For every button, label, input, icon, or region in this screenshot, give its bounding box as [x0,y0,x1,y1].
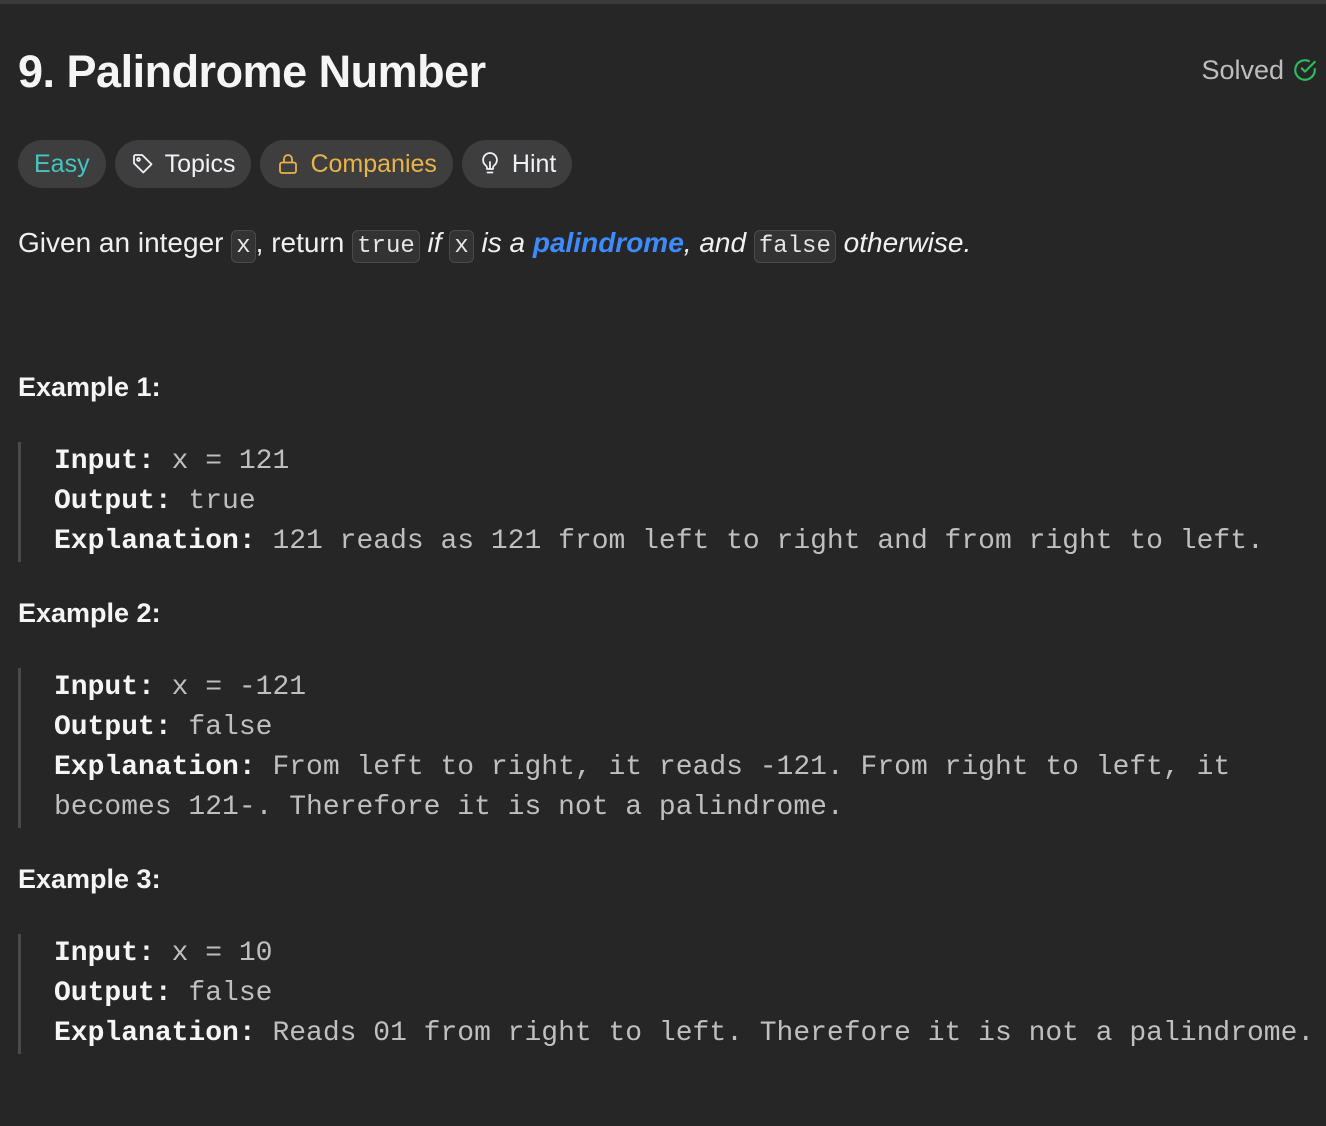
desc-text: is a [473,227,533,258]
example-title: Example 2: [18,598,161,628]
companies-label: Companies [310,149,437,178]
desc-text: , and [683,227,754,258]
example-block: Input: x = -121 Output: false Explanatio… [18,668,1230,828]
explanation-label: Explanation: [54,752,256,783]
hint-tag[interactable]: Hint [461,140,573,188]
example-title: Example 1: [18,372,161,402]
top-divider [0,0,1326,4]
desc-text: otherwise. [835,227,972,258]
hint-label: Hint [511,149,557,178]
inline-code-x: x [449,230,474,263]
companies-tag[interactable]: Companies [260,140,453,188]
desc-text: if [419,227,450,258]
difficulty-tag[interactable]: Easy [18,140,106,188]
solved-label: Solved [1201,54,1284,85]
example-block: Input: x = 121 Output: true Explanation:… [18,442,1264,562]
topics-label: Topics [164,149,236,178]
input-label: Input: [54,672,155,703]
tag-row: Easy Topics Companies Hint [18,140,573,188]
explanation-text: becomes 121-. Therefore it is not a pali… [54,792,844,823]
topics-tag[interactable]: Topics [114,140,252,188]
explanation-label: Explanation: [54,1018,256,1049]
problem-header: 9. Palindrome Number Solved [18,46,1318,98]
input-label: Input: [54,446,155,477]
example-title: Example 3: [18,864,161,894]
example-block: Input: x = 10 Output: false Explanation:… [18,934,1314,1054]
output-value: true [171,486,256,517]
palindrome-link[interactable]: palindrome [533,227,684,258]
desc-text: Given an integer [18,227,232,258]
tag-icon [131,152,155,176]
input-label: Input: [54,938,155,969]
solved-status: Solved [1201,55,1318,86]
output-value: false [171,712,273,743]
inline-code-x: x [231,230,256,263]
check-circle-icon [1292,57,1318,83]
problem-title: 9. Palindrome Number [18,46,486,97]
output-label: Output: [54,486,172,517]
output-label: Output: [54,712,172,743]
desc-text: , return [255,227,353,258]
problem-description: Given an integer x, return true if x is … [18,222,971,268]
explanation-text: From left to right, it reads -121. From … [255,752,1231,783]
inline-code-true: true [352,230,420,263]
input-value: x = -121 [154,672,307,703]
input-value: x = 121 [154,446,290,477]
lightbulb-icon [478,151,502,177]
input-value: x = 10 [154,938,273,969]
explanation-text: Reads 01 from right to left. Therefore i… [255,1018,1315,1049]
lock-icon [276,152,300,176]
output-value: false [171,978,273,1009]
difficulty-label: Easy [34,149,90,178]
inline-code-false: false [753,230,836,263]
explanation-text: 121 reads as 121 from left to right and … [255,526,1264,557]
output-label: Output: [54,978,172,1009]
explanation-label: Explanation: [54,526,256,557]
